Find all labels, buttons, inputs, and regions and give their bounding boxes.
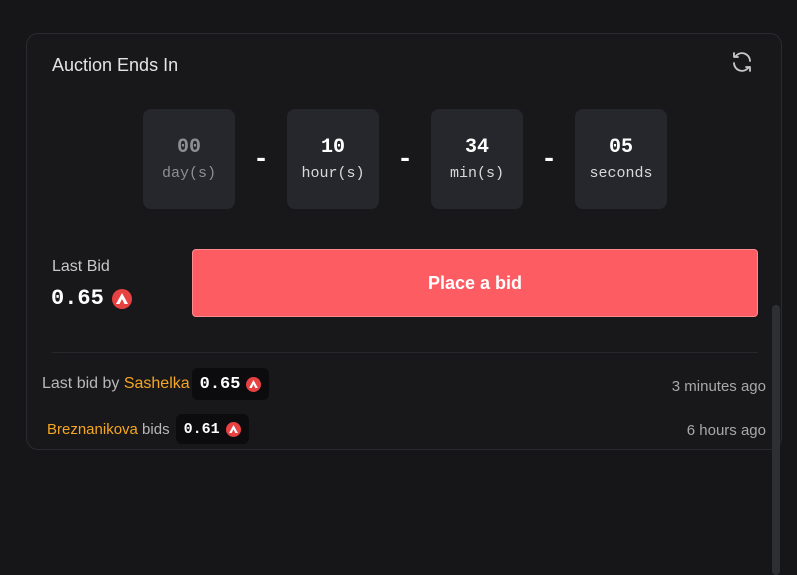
- avax-icon: [225, 421, 241, 437]
- bidder-link[interactable]: Breznanikova: [47, 421, 138, 438]
- bid-suffix: bids: [137, 420, 170, 438]
- refresh-button[interactable]: [729, 49, 755, 75]
- bid-time: 6 hours ago: [686, 422, 766, 439]
- minutes-unit: min(s): [449, 165, 504, 182]
- days-unit: day(s): [161, 165, 216, 182]
- bid-amount-pill: 0.61: [175, 414, 249, 444]
- bid-history-item: Last bid by Sashelka 0.65: [42, 368, 270, 400]
- last-bid-label: Last Bid: [52, 258, 110, 275]
- countdown-minutes: 34 min(s): [431, 109, 523, 209]
- seconds-value: 05: [608, 136, 633, 159]
- avax-icon: [111, 288, 132, 309]
- countdown-separator: -: [541, 144, 557, 174]
- bidder-link[interactable]: Sashelka: [124, 375, 190, 393]
- auction-title: Auction Ends In: [52, 55, 179, 75]
- countdown-seconds: 05 seconds: [575, 109, 667, 209]
- countdown-separator: -: [253, 144, 269, 174]
- bid-time: 3 minutes ago: [671, 378, 766, 395]
- countdown-days: 00 day(s): [143, 109, 235, 209]
- scrollbar[interactable]: [772, 305, 780, 575]
- divider: [52, 352, 758, 353]
- days-value: 00: [176, 136, 201, 159]
- countdown-timer: 00 day(s) - 10 hour(s) - 34 min(s) - 05 …: [143, 109, 667, 209]
- seconds-unit: seconds: [589, 165, 653, 182]
- countdown-separator: -: [397, 144, 413, 174]
- bid-history-item: Breznanikova bids 0.61: [47, 414, 249, 444]
- hours-unit: hour(s): [301, 165, 365, 182]
- place-bid-button[interactable]: Place a bid: [192, 249, 758, 317]
- bid-amount: 0.65: [199, 374, 241, 394]
- bid-amount-pill: 0.65: [191, 368, 270, 400]
- countdown-hours: 10 hour(s): [287, 109, 379, 209]
- last-bid-value: 0.65: [51, 286, 104, 311]
- bid-prefix: Last bid by: [42, 375, 124, 392]
- refresh-icon: [733, 52, 751, 72]
- auction-card: Auction Ends In 00 day(s) - 10 hour(s) -…: [26, 33, 782, 450]
- last-bid-amount: 0.65: [51, 286, 132, 311]
- hours-value: 10: [320, 136, 345, 159]
- avax-icon: [246, 376, 262, 392]
- minutes-value: 34: [464, 136, 489, 159]
- bid-amount: 0.61: [183, 420, 220, 438]
